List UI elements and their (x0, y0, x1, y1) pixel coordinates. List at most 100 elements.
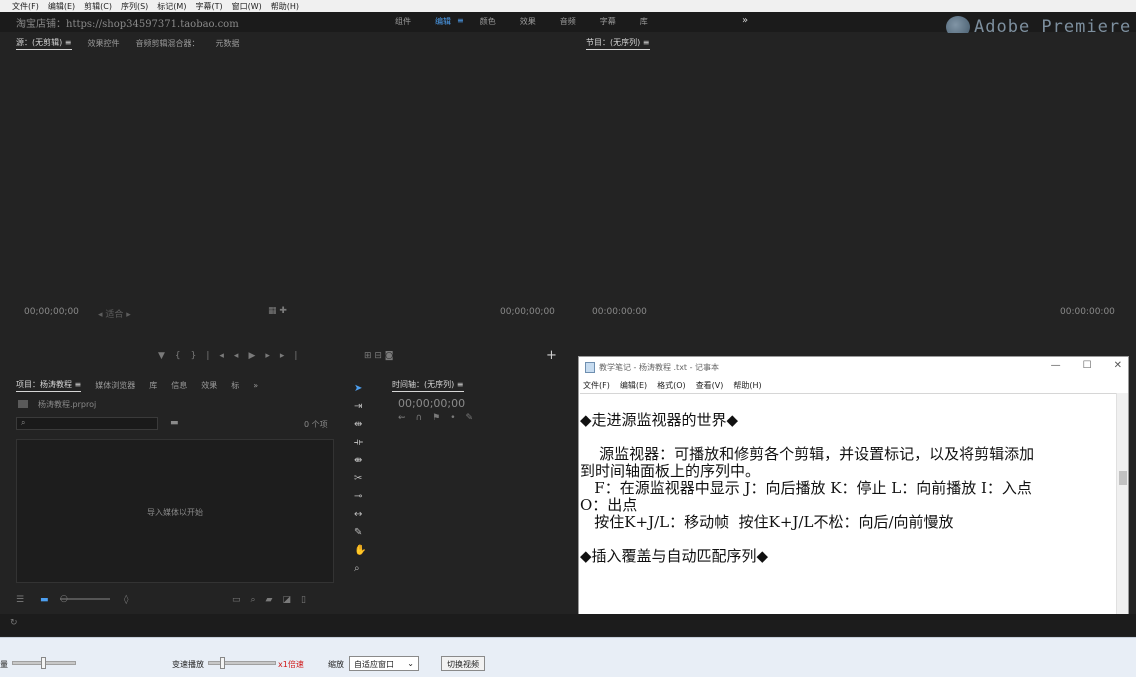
timeline-panel-tabs: 时间轴：(无序列) ≡ (382, 375, 464, 395)
tab-timeline[interactable]: 时间轴：(无序列) ≡ (392, 379, 464, 392)
slide-tool-icon[interactable]: ↔ (354, 509, 366, 521)
workspace-tab[interactable]: 组件 (395, 16, 411, 27)
project-tab[interactable]: 效果 (201, 380, 217, 391)
menu-item[interactable]: 窗口(W) (232, 1, 262, 12)
project-tab[interactable]: 信息 (171, 380, 187, 391)
speed-slider-knob[interactable] (220, 657, 225, 669)
program-panel-tabs: 节目：(无序列) ≡ (576, 33, 650, 53)
speed-value: x1倍速 (278, 660, 304, 669)
workspace-tab[interactable]: 颜色 (480, 16, 496, 27)
notepad-line: 到时间轴面板上的序列中。 (580, 462, 761, 480)
project-tab[interactable]: 项目：杨涛教程 ≡ (16, 379, 82, 392)
ripple-edit-tool-icon[interactable]: ⇹ (354, 419, 366, 431)
notepad-menubar: 文件(F) 编辑(E) 格式(O) 查看(V) 帮助(H) (579, 377, 1128, 393)
workspace-tab[interactable]: 字幕 (600, 16, 616, 27)
hand-tool-icon[interactable]: ✋ (354, 545, 366, 557)
source-tab[interactable]: 源：(无剪辑) ≡ (16, 37, 72, 50)
notepad-menu-item[interactable]: 帮助(H) (733, 380, 761, 391)
rolling-edit-tool-icon[interactable]: ⟛ (354, 437, 366, 449)
zoom-slider-knob[interactable]: ○ (60, 594, 68, 604)
source-fit-select[interactable]: ◂ 适合 ▸ (98, 307, 131, 320)
track-select-tool-icon[interactable]: ⇥ (354, 401, 366, 413)
menu-item[interactable]: 剪辑(C) (84, 1, 112, 12)
program-timecode-left: 00:00:00:00 (592, 307, 647, 317)
zoom-tool-icon[interactable]: ⌕ (354, 563, 366, 575)
project-search-input[interactable]: ⌕ (16, 417, 158, 430)
tools-panel: ➤ ⇥ ⇹ ⟛ ⇼ ✂ ⊸ ↔ ✎ ✋ ⌕ (348, 375, 378, 620)
project-tab[interactable]: 库 (149, 380, 157, 391)
slip-tool-icon[interactable]: ⊸ (354, 491, 366, 503)
search-icon: ⌕ (21, 418, 26, 427)
project-panel-tabs: 项目：杨涛教程 ≡ 媒体浏览器 库 信息 效果 标 » (6, 375, 258, 395)
selection-tool-icon[interactable]: ➤ (354, 383, 366, 395)
speed-slider[interactable] (208, 661, 276, 665)
insert-overwrite-icons[interactable]: ⊞ ⊟ ◙ (364, 351, 394, 361)
timeline-panel: 时间轴：(无序列) ≡ 00;00;00;00 ⇜∩⚑•✎ (382, 375, 577, 620)
program-timecode-right: 00:00:00:00 (1060, 307, 1115, 317)
notepad-line: ◆走进源监视器的世界◆ (580, 411, 739, 429)
source-transport-controls[interactable]: ▼{}|◂◂▶▸▸| (158, 351, 307, 361)
timeline-timecode: 00;00;00;00 (398, 397, 466, 410)
workspace-menu-icon[interactable]: ≡ (457, 16, 464, 27)
project-tab[interactable]: » (253, 381, 258, 390)
project-tab[interactable]: 媒体浏览器 (95, 380, 135, 391)
rate-stretch-tool-icon[interactable]: ⇼ (354, 455, 366, 467)
project-media-area[interactable]: 导入媒体以开始 (16, 439, 334, 583)
tab-program[interactable]: 节目：(无序列) ≡ (586, 37, 650, 50)
notepad-text-area[interactable]: ◆走进源监视器的世界◆ 源监视器：可播放和修剪各个剪辑，并设置标记，以及将剪辑添… (580, 393, 1117, 629)
speed-label: 变速播放 (172, 660, 204, 669)
player-control-bar: 量 变速播放 x1倍速 缩放 自适应窗口 ⌄ 切换视频 (0, 637, 1136, 677)
new-bin-icon[interactable]: ▬ (170, 418, 179, 428)
project-action-icons[interactable]: ▭⌕▰◪▯ (232, 595, 316, 605)
notepad-window: 教学笔记 - 杨涛教程 .txt - 记事本 — ☐ ✕ 文件(F) 编辑(E) 格… (578, 356, 1129, 630)
workspace-tab[interactable]: 库 (640, 16, 648, 27)
workspace-tab[interactable]: 效果 (520, 16, 536, 27)
workspace-tab[interactable]: 音频 (560, 16, 576, 27)
scrollbar-thumb[interactable] (1119, 471, 1127, 485)
workspace-overflow-button[interactable]: » (742, 15, 748, 26)
notepad-menu-item[interactable]: 文件(F) (583, 380, 610, 391)
sort-icon[interactable]: ◊ (124, 595, 128, 605)
pen-tool-icon[interactable]: ✎ (354, 527, 366, 539)
menu-item[interactable]: 序列(S) (121, 1, 148, 12)
menu-item[interactable]: 标记(M) (157, 1, 186, 12)
minimize-icon[interactable]: — (1051, 360, 1061, 371)
tool-list: ➤ ⇥ ⇹ ⟛ ⇼ ✂ ⊸ ↔ ✎ ✋ ⌕ (354, 383, 366, 575)
status-icon: ↻ (10, 618, 18, 628)
switch-video-button[interactable]: 切换视频 (441, 656, 485, 671)
project-tab[interactable]: 标 (231, 380, 239, 391)
source-tab[interactable]: 音频剪辑混合器： (136, 38, 200, 49)
source-settings-icon[interactable]: ▦ ✚ (268, 306, 287, 316)
notepad-menu-item[interactable]: 编辑(E) (620, 380, 647, 391)
workspace-tab[interactable]: 编辑 (435, 16, 451, 27)
notepad-menu-item[interactable]: 格式(O) (657, 380, 686, 391)
menu-item[interactable]: 文件(F) (12, 1, 39, 12)
list-view-icon[interactable]: ☰ (16, 595, 24, 605)
source-tab[interactable]: 元数据 (216, 38, 240, 49)
timeline-tool-icons[interactable]: ⇜∩⚑•✎ (398, 413, 483, 423)
notepad-menu-item[interactable]: 查看(V) (696, 380, 724, 391)
notepad-titlebar: 教学笔记 - 杨涛教程 .txt - 记事本 (579, 357, 1128, 377)
notepad-line: 按住K+J/L：移动帧 按住K+J/L不松：向后/向前慢放 (580, 513, 954, 531)
add-button[interactable]: + (546, 348, 557, 363)
zoom-select[interactable]: 自适应窗口 ⌄ (349, 656, 419, 671)
program-monitor-panel: 节目：(无序列) ≡ 00:00:00:00 00:00:00:00 (576, 33, 1129, 355)
menu-item[interactable]: 字幕(T) (195, 1, 222, 12)
menu-item[interactable]: 帮助(H) (271, 1, 299, 12)
volume-slider-knob[interactable] (41, 657, 46, 669)
maximize-icon[interactable]: ☐ (1083, 360, 1092, 371)
source-timecode-left: 00;00;00;00 (24, 307, 79, 317)
razor-tool-icon[interactable]: ✂ (354, 473, 366, 485)
import-media-hint: 导入媒体以开始 (147, 508, 203, 517)
icon-view-icon[interactable]: ▬ (40, 595, 49, 605)
project-file-icon (18, 400, 28, 408)
project-bottom-toolbar: ☰ ▬ ○ ◊ ▭⌕▰◪▯ (16, 594, 336, 609)
notepad-scrollbar[interactable] (1116, 393, 1128, 629)
notepad-line: ◆插入覆盖与自动匹配序列◆ (580, 547, 769, 565)
source-tab[interactable]: 效果控件 (88, 38, 120, 49)
close-icon[interactable]: ✕ (1114, 360, 1122, 371)
volume-label: 量 (0, 660, 8, 669)
project-file-name: 杨涛教程.prproj (38, 400, 97, 409)
menu-item[interactable]: 编辑(E) (48, 1, 75, 12)
project-item-count: 0 个项 (304, 420, 328, 429)
